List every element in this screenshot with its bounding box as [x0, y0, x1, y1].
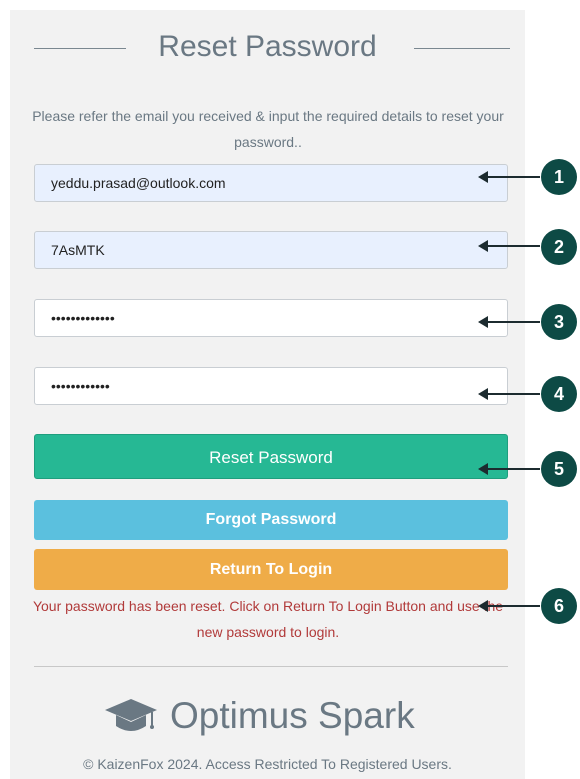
- brand-name: Optimus Spark: [170, 695, 415, 736]
- callout-arrow-5: [478, 463, 540, 475]
- callout-marker-4: 4: [541, 376, 577, 412]
- graduation-cap-icon: [105, 699, 157, 731]
- callout-marker-2: 2: [541, 229, 577, 265]
- new-password-field[interactable]: [34, 299, 508, 337]
- return-to-login-button[interactable]: Return To Login: [34, 549, 508, 590]
- callout-arrow-6: [478, 600, 540, 612]
- callout-marker-6: 6: [541, 588, 577, 624]
- callout-marker-5: 5: [541, 451, 577, 487]
- email-field[interactable]: [34, 164, 508, 202]
- callout-arrow-3: [478, 316, 540, 328]
- callout-marker-1: 1: [541, 159, 577, 195]
- copyright-footer: © KaizenFox 2024. Access Restricted To R…: [83, 756, 452, 772]
- success-message: Your password has been reset. Click on R…: [32, 598, 504, 640]
- callout-arrow-2: [478, 240, 540, 252]
- page-title: Reset Password: [158, 30, 377, 63]
- callout-arrow-4: [478, 388, 540, 400]
- title-rule-right: [414, 48, 510, 49]
- reset-code-field[interactable]: [34, 231, 508, 269]
- confirm-password-field[interactable]: [34, 367, 508, 405]
- brand: Optimus Spark: [104, 694, 415, 738]
- reset-password-panel: Reset Password Please refer the email yo…: [10, 10, 525, 779]
- reset-password-button[interactable]: Reset Password: [34, 434, 508, 479]
- title-row: Reset Password: [10, 28, 525, 68]
- instructions-text: Please refer the email you received & in…: [32, 108, 504, 150]
- divider: [34, 666, 508, 667]
- callout-arrow-1: [478, 171, 540, 183]
- callout-marker-3: 3: [541, 304, 577, 340]
- forgot-password-button[interactable]: Forgot Password: [34, 500, 508, 540]
